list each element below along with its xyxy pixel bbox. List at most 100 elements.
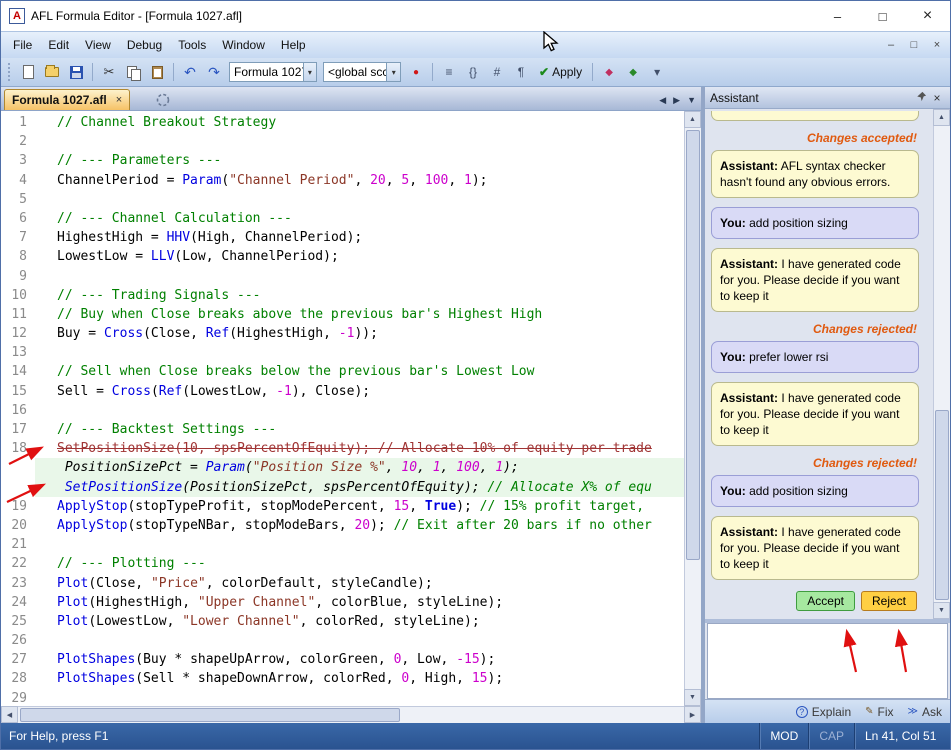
- pin-icon[interactable]: [913, 91, 929, 105]
- tab-list-icon[interactable]: ▼: [687, 95, 696, 106]
- menu-debug[interactable]: Debug: [119, 35, 170, 55]
- code-row[interactable]: 27PlotShapes(Buy * shapeUpArrow, colorGr…: [1, 650, 684, 669]
- tab-close-icon[interactable]: ×: [116, 94, 122, 106]
- explain-button[interactable]: ? Explain: [796, 705, 851, 719]
- chevron-down-icon: ▾: [654, 65, 660, 79]
- scrollbar-thumb[interactable]: [686, 130, 700, 560]
- apply-button[interactable]: ✔ Apply: [534, 61, 587, 83]
- code-row[interactable]: 4ChannelPeriod = Param("Channel Period",…: [1, 171, 684, 190]
- code-row[interactable]: 15Sell = Cross(Ref(LowestLow, -1), Close…: [1, 382, 684, 401]
- code-row[interactable]: 14// Sell when Close breaks below the pr…: [1, 362, 684, 381]
- code-row[interactable]: 5: [1, 190, 684, 209]
- code-row[interactable]: 19ApplyStop(stopTypeProfit, stopModePerc…: [1, 497, 684, 516]
- scroll-down-icon[interactable]: ▼: [933, 602, 950, 619]
- code-row[interactable]: 28PlotShapes(Sell * shapeDownArrow, colo…: [1, 669, 684, 688]
- assistant-output-panel: [707, 623, 948, 699]
- mdi-minimize-button[interactable]: –: [881, 36, 901, 54]
- sections-button[interactable]: ≡: [438, 61, 460, 83]
- tab-scroll-right-icon[interactable]: ▶: [673, 95, 680, 106]
- line-number: 14: [1, 362, 35, 381]
- open-file-button[interactable]: [41, 61, 63, 83]
- code-token: Param: [182, 173, 221, 188]
- apply-label: Apply: [552, 65, 582, 79]
- reject-button[interactable]: Reject: [861, 591, 917, 611]
- record-button[interactable]: ●: [405, 61, 427, 83]
- new-file-button[interactable]: [17, 61, 39, 83]
- code-row[interactable]: SetPositionSize(PositionSizePct, spsPerc…: [1, 478, 684, 497]
- minimize-button[interactable]: –: [815, 2, 860, 31]
- code-row[interactable]: 20ApplyStop(stopTypeNBar, stopModeBars, …: [1, 516, 684, 535]
- menu-edit[interactable]: Edit: [40, 35, 77, 55]
- code-row[interactable]: 1// Channel Breakout Strategy: [1, 113, 684, 132]
- ask-button[interactable]: ≫ Ask: [908, 705, 942, 719]
- code-row[interactable]: 2: [1, 132, 684, 151]
- menu-tools[interactable]: Tools: [170, 35, 214, 55]
- mdi-restore-button[interactable]: □: [904, 36, 924, 54]
- code-line-text: Plot(Close, "Price", colorDefault, style…: [35, 574, 684, 593]
- assistant-close-icon[interactable]: ×: [929, 91, 945, 105]
- code-row[interactable]: PositionSizePct = Param("Position Size %…: [1, 458, 684, 477]
- redo-button[interactable]: ↷: [203, 61, 225, 83]
- line-number: [1, 458, 35, 477]
- code-row[interactable]: 11// Buy when Close breaks above the pre…: [1, 305, 684, 324]
- menu-file[interactable]: File: [5, 35, 40, 55]
- code-row[interactable]: 25Plot(LowestLow, "Lower Channel", color…: [1, 612, 684, 631]
- dock-target-icon[interactable]: [156, 93, 170, 107]
- menu-view[interactable]: View: [77, 35, 119, 55]
- scroll-up-icon[interactable]: ▲: [933, 109, 950, 126]
- code-row[interactable]: 22// --- Plotting ---: [1, 554, 684, 573]
- scc-combo[interactable]: <global scc ▾: [323, 62, 401, 82]
- code-row[interactable]: 18SetPositionSize(10, spsPercentOfEquity…: [1, 439, 684, 458]
- scroll-up-icon[interactable]: ▲: [684, 111, 701, 128]
- wizard-button[interactable]: ◆: [598, 61, 620, 83]
- status-help-text: For Help, press F1: [1, 729, 759, 743]
- code-row[interactable]: 26: [1, 631, 684, 650]
- tab-formula-1027[interactable]: Formula 1027.afl ×: [4, 89, 130, 110]
- chevron-down-icon[interactable]: ▾: [303, 63, 316, 81]
- insert-indicator-button[interactable]: ◆: [622, 61, 644, 83]
- formula-combo-value: Formula 1027: [230, 65, 303, 79]
- code-row[interactable]: 29: [1, 689, 684, 706]
- tab-scroll-left-icon[interactable]: ◀: [659, 95, 666, 106]
- code-row[interactable]: 17// --- Backtest Settings ---: [1, 420, 684, 439]
- editor-horizontal-scrollbar[interactable]: ◀ ▶: [1, 706, 701, 723]
- fix-button[interactable]: ✎ Fix: [865, 705, 893, 719]
- scrollbar-thumb[interactable]: [20, 708, 400, 722]
- code-snippet-button[interactable]: {}: [462, 61, 484, 83]
- code-row[interactable]: 21: [1, 535, 684, 554]
- undo-button[interactable]: ↶: [179, 61, 201, 83]
- menu-window[interactable]: Window: [214, 35, 273, 55]
- editor-vertical-scrollbar[interactable]: ▲ ▼: [684, 111, 701, 706]
- goto-line-button[interactable]: #: [486, 61, 508, 83]
- formatting-button[interactable]: ¶: [510, 61, 532, 83]
- code-row[interactable]: 16: [1, 401, 684, 420]
- code-row[interactable]: 23Plot(Close, "Price", colorDefault, sty…: [1, 574, 684, 593]
- code-editor[interactable]: 1// Channel Breakout Strategy23// --- Pa…: [1, 111, 684, 706]
- close-button[interactable]: ×: [905, 2, 950, 31]
- accept-button[interactable]: Accept: [796, 591, 855, 611]
- save-button[interactable]: [65, 61, 87, 83]
- cut-button[interactable]: ✂: [98, 61, 120, 83]
- code-row[interactable]: 8LowestLow = LLV(Low, ChannelPeriod);: [1, 247, 684, 266]
- formula-combo[interactable]: Formula 1027 ▾: [229, 62, 317, 82]
- scroll-right-icon[interactable]: ▶: [684, 706, 701, 723]
- menu-help[interactable]: Help: [273, 35, 314, 55]
- code-row[interactable]: 6// --- Channel Calculation ---: [1, 209, 684, 228]
- code-row[interactable]: 3// --- Parameters ---: [1, 151, 684, 170]
- paste-button[interactable]: [146, 61, 168, 83]
- chat-scrollbar[interactable]: ▲ ▼: [933, 109, 950, 619]
- code-row[interactable]: 24Plot(HighestHigh, "Upper Channel", col…: [1, 593, 684, 612]
- code-row[interactable]: 13: [1, 343, 684, 362]
- scrollbar-thumb[interactable]: [935, 410, 949, 600]
- mdi-close-button[interactable]: ×: [927, 36, 947, 54]
- code-row[interactable]: 12Buy = Cross(Close, Ref(HighestHigh, -1…: [1, 324, 684, 343]
- code-row[interactable]: 9: [1, 267, 684, 286]
- toolbar-overflow-button[interactable]: ▾: [646, 61, 668, 83]
- scroll-left-icon[interactable]: ◀: [1, 706, 18, 723]
- chevron-down-icon[interactable]: ▾: [386, 63, 400, 81]
- code-row[interactable]: 7HighestHigh = HHV(High, ChannelPeriod);: [1, 228, 684, 247]
- code-row[interactable]: 10// --- Trading Signals ---: [1, 286, 684, 305]
- scroll-down-icon[interactable]: ▼: [684, 689, 701, 706]
- copy-button[interactable]: [122, 61, 144, 83]
- maximize-button[interactable]: □: [860, 2, 905, 31]
